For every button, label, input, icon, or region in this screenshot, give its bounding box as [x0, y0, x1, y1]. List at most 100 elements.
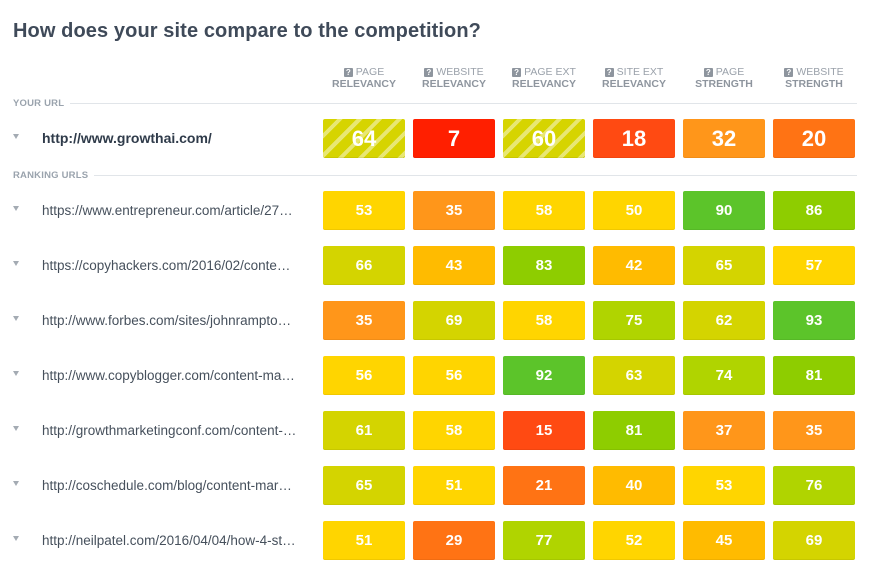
column-header-site-ext-relevancy: ? SITE EXT RELEVANCY [593, 66, 675, 90]
score-cell[interactable]: 60 [503, 119, 585, 158]
column-header-sublabel: RELEVANCY [512, 78, 576, 90]
column-header-label: PAGE EXT [524, 66, 576, 78]
score-cell[interactable]: 35 [413, 191, 495, 230]
section-ranking-urls: RANKING URLS [13, 170, 857, 181]
expand-caret-icon[interactable] [13, 536, 19, 541]
ranking-url-row[interactable]: http://coschedule.com/blog/content-mar… 6… [0, 466, 870, 506]
score-cell[interactable]: 42 [593, 246, 675, 285]
column-header-sublabel: STRENGTH [695, 78, 753, 90]
score-cell[interactable]: 35 [773, 411, 855, 450]
score-cell[interactable]: 50 [593, 191, 675, 230]
score-cell[interactable]: 58 [503, 301, 585, 340]
expand-caret-icon[interactable] [13, 134, 19, 139]
ranking-url-row[interactable]: http://www.forbes.com/sites/johnrampto… 3… [0, 301, 870, 341]
divider [94, 175, 857, 176]
score-cell[interactable]: 69 [413, 301, 495, 340]
ranking-url-link[interactable]: http://www.forbes.com/sites/johnrampto… [42, 313, 312, 328]
score-cell[interactable]: 15 [503, 411, 585, 450]
column-header-label: WEBSITE [796, 66, 844, 78]
score-cell[interactable]: 93 [773, 301, 855, 340]
ranking-url-link[interactable]: http://www.copyblogger.com/content-ma… [42, 368, 312, 383]
score-cell[interactable]: 29 [413, 521, 495, 560]
score-cell[interactable]: 69 [773, 521, 855, 560]
score-cell[interactable]: 56 [323, 356, 405, 395]
score-cell[interactable]: 51 [323, 521, 405, 560]
ranking-url-row[interactable]: http://neilpatel.com/2016/04/04/how-4-st… [0, 521, 870, 561]
expand-caret-icon[interactable] [13, 316, 19, 321]
ranking-url-row[interactable]: https://copyhackers.com/2016/02/conte… 66… [0, 246, 870, 286]
column-header-sublabel: RELEVANCY [422, 78, 486, 90]
score-cell[interactable]: 77 [503, 521, 585, 560]
ranking-url-link[interactable]: http://growthmarketingconf.com/content-… [42, 423, 312, 438]
score-cell[interactable]: 45 [683, 521, 765, 560]
score-cell[interactable]: 21 [503, 466, 585, 505]
score-cell[interactable]: 64 [323, 119, 405, 158]
expand-caret-icon[interactable] [13, 206, 19, 211]
score-cell[interactable]: 35 [323, 301, 405, 340]
expand-caret-icon[interactable] [13, 481, 19, 486]
score-cell[interactable]: 57 [773, 246, 855, 285]
column-header-line1: ? PAGE [683, 66, 765, 78]
question-icon[interactable]: ? [784, 68, 794, 77]
score-cell[interactable]: 56 [413, 356, 495, 395]
question-icon[interactable]: ? [424, 68, 434, 77]
column-header-website-strength: ? WEBSITE STRENGTH [773, 66, 855, 90]
score-cell[interactable]: 90 [683, 191, 765, 230]
question-icon[interactable]: ? [512, 68, 522, 77]
score-cell[interactable]: 75 [593, 301, 675, 340]
column-header-label: SITE EXT [616, 66, 664, 78]
expand-caret-icon[interactable] [13, 426, 19, 431]
column-header-label: PAGE [355, 66, 385, 78]
section-label-ranking-urls: RANKING URLS [13, 170, 89, 181]
score-cell[interactable]: 32 [683, 119, 765, 158]
column-header-website-relevancy: ? WEBSITE RELEVANCY [413, 66, 495, 90]
expand-caret-icon[interactable] [13, 261, 19, 266]
score-cell[interactable]: 81 [773, 356, 855, 395]
question-icon[interactable]: ? [604, 68, 614, 77]
score-cell[interactable]: 43 [413, 246, 495, 285]
ranking-url-row[interactable]: http://growthmarketingconf.com/content-…… [0, 411, 870, 451]
score-cell[interactable]: 65 [683, 246, 765, 285]
score-cell[interactable]: 53 [683, 466, 765, 505]
score-cell[interactable]: 37 [683, 411, 765, 450]
ranking-url-link[interactable]: http://coschedule.com/blog/content-mar… [42, 478, 312, 493]
column-header-sublabel: STRENGTH [785, 78, 843, 90]
ranking-url-row[interactable]: https://www.entrepreneur.com/article/27…… [0, 191, 870, 231]
ranking-url-link[interactable]: https://copyhackers.com/2016/02/conte… [42, 258, 312, 273]
section-your-url: YOUR URL [13, 98, 857, 109]
score-cell[interactable]: 58 [413, 411, 495, 450]
page-title: How does your site compare to the compet… [13, 20, 481, 42]
ranking-url-link[interactable]: http://neilpatel.com/2016/04/04/how-4-st… [42, 533, 312, 548]
score-cell[interactable]: 18 [593, 119, 675, 158]
your-url-row[interactable]: http://www.growthai.com/ 64 7 60 18 32 20 [0, 119, 870, 159]
score-cell[interactable]: 51 [413, 466, 495, 505]
ranking-url-link[interactable]: https://www.entrepreneur.com/article/27… [42, 203, 312, 218]
divider [70, 103, 857, 104]
score-cell[interactable]: 58 [503, 191, 585, 230]
question-icon[interactable]: ? [343, 68, 353, 77]
score-cell[interactable]: 65 [323, 466, 405, 505]
score-cell[interactable]: 20 [773, 119, 855, 158]
score-cell[interactable]: 74 [683, 356, 765, 395]
score-cell[interactable]: 52 [593, 521, 675, 560]
score-cell[interactable]: 76 [773, 466, 855, 505]
score-cell[interactable]: 62 [683, 301, 765, 340]
column-header-page-relevancy: ? PAGE RELEVANCY [323, 66, 405, 90]
column-header-line1: ? PAGE EXT [503, 66, 585, 78]
score-cell[interactable]: 40 [593, 466, 675, 505]
score-cell[interactable]: 61 [323, 411, 405, 450]
score-cell[interactable]: 66 [323, 246, 405, 285]
column-header-label: PAGE [715, 66, 745, 78]
score-cell[interactable]: 83 [503, 246, 585, 285]
expand-caret-icon[interactable] [13, 371, 19, 376]
your-url-link[interactable]: http://www.growthai.com/ [42, 130, 312, 146]
score-cell[interactable]: 7 [413, 119, 495, 158]
score-cell[interactable]: 81 [593, 411, 675, 450]
question-icon[interactable]: ? [703, 68, 713, 77]
score-cell[interactable]: 92 [503, 356, 585, 395]
score-cell[interactable]: 53 [323, 191, 405, 230]
score-cell[interactable]: 86 [773, 191, 855, 230]
ranking-url-row[interactable]: http://www.copyblogger.com/content-ma… 56… [0, 356, 870, 396]
score-cell[interactable]: 63 [593, 356, 675, 395]
column-header-line1: ? WEBSITE [773, 66, 855, 78]
